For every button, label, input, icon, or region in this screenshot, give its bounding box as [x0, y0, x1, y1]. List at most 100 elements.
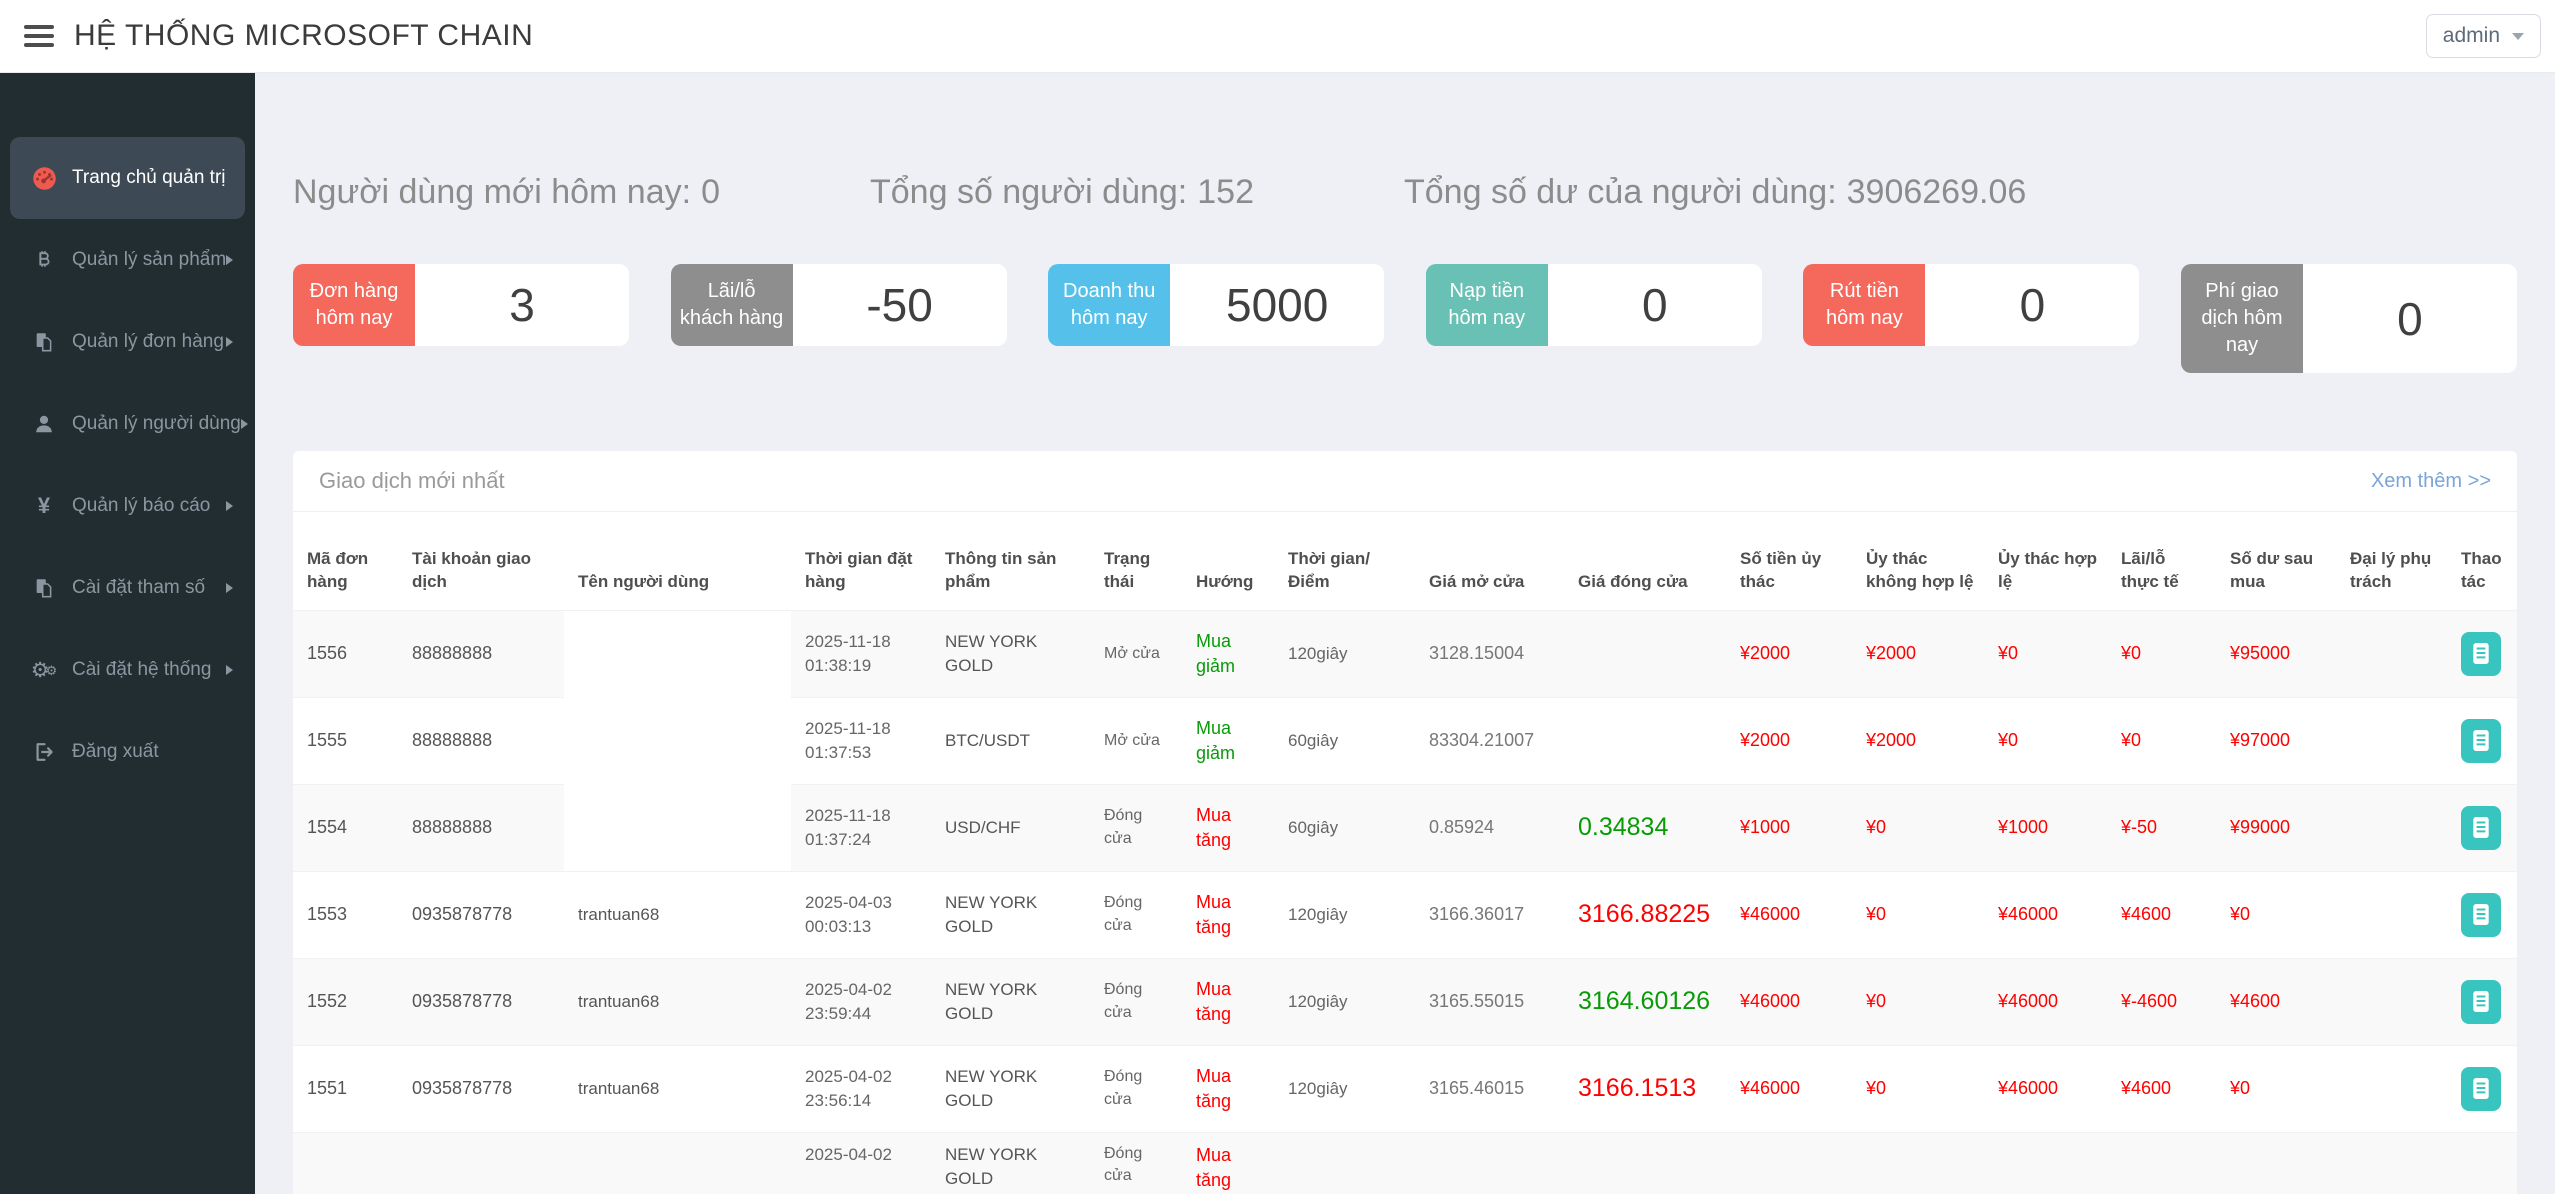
table-row: 1553 0935878778 trantuan68 2025-04-03 00… [293, 871, 2517, 958]
cell-status: Đóng cửa [1090, 958, 1182, 1045]
cell-status: Đóng cửa [1090, 784, 1182, 871]
cell-actions [2447, 697, 2517, 784]
cell-agent [2336, 958, 2447, 1045]
cell-actions [2447, 784, 2517, 871]
stat-label: Tổng số dư của người dùng: [1404, 173, 1837, 212]
panel-header: Giao dịch mới nhất Xem thêm >> [293, 451, 2517, 512]
cell-order-id: 1552 [293, 958, 398, 1045]
cell-account: 0935878778 [398, 871, 564, 958]
cell-product: USD/CHF [931, 784, 1090, 871]
cell-actions [2447, 958, 2517, 1045]
cell-entrust: ¥46000 [1726, 1045, 1852, 1132]
cell-actions [2447, 871, 2517, 958]
cell-account [398, 1132, 564, 1194]
cell-username: trantuan68 [564, 1045, 791, 1132]
sidebar-item-parameters[interactable]: Cài đặt tham số [10, 547, 245, 629]
col-open-price: Giá mở cửa [1415, 512, 1564, 610]
col-duration: Thời gian/Điểm [1274, 512, 1415, 610]
col-order-id: Mã đơn hàng [293, 512, 398, 610]
sidebar-item-system-settings[interactable]: ⚙⚙ Cài đặt hệ thống [10, 629, 245, 711]
cell-entrust: ¥2000 [1726, 697, 1852, 784]
card-value: 0 [2303, 264, 2517, 373]
cell-order-id: 1551 [293, 1045, 398, 1132]
user-menu[interactable]: admin [2426, 14, 2541, 58]
view-order-button[interactable] [2461, 806, 2501, 850]
cell-username: trantuan68 [564, 871, 791, 958]
cell-open-price: 3165.46015 [1415, 1045, 1564, 1132]
stat-total-users: Tổng số người dùng: 152 [870, 173, 1254, 212]
sidebar-item-dashboard[interactable]: Trang chủ quản trị [10, 137, 245, 219]
cell-close-price [1564, 697, 1726, 784]
latest-transactions-panel: Giao dịch mới nhất Xem thêm >> Mã đơn hà… [293, 451, 2517, 1194]
stat-value: 152 [1197, 173, 1254, 212]
sidebar-item-label: Quản lý báo cáo [72, 495, 210, 517]
sidebar-item-reports[interactable]: ¥ Quản lý báo cáo [10, 465, 245, 547]
view-order-button[interactable] [2461, 1067, 2501, 1111]
cell-pnl: ¥-4600 [2107, 958, 2216, 1045]
view-order-button[interactable] [2461, 719, 2501, 763]
cell-account: 88888888 [398, 697, 564, 784]
cell-entrust: ¥2000 [1726, 610, 1852, 697]
stat-cards: Đơn hàng hôm nay 3 Lãi/lỗ khách hàng -50… [293, 264, 2517, 373]
cell-username [564, 697, 791, 784]
card-label: Rút tiền hôm nay [1803, 264, 1925, 346]
cell-status: Mở cửa [1090, 697, 1182, 784]
cell-close-price: 3164.60126 [1564, 958, 1726, 1045]
card-value: 0 [1548, 264, 1762, 346]
card-value: 3 [415, 264, 629, 346]
card-value: 0 [1925, 264, 2139, 346]
user-menu-label: admin [2443, 24, 2500, 48]
sidebar-item-products[interactable]: Quản lý sản phẩm [10, 219, 245, 301]
card-orders-today: Đơn hàng hôm nay 3 [293, 264, 629, 346]
col-username: Tên người dùng [564, 512, 791, 610]
col-order-time: Thời gian đặt hàng [791, 512, 931, 610]
stat-value: 0 [701, 173, 720, 212]
cell-order-time: 2025-04-03 00:03:13 [791, 871, 931, 958]
card-label: Lãi/lỗ khách hàng [671, 264, 793, 346]
cell-open-price: 3166.36017 [1415, 871, 1564, 958]
cell-direction: Mua tăng [1182, 784, 1274, 871]
stat-label: Tổng số người dùng: [870, 173, 1187, 212]
cell-pnl: ¥-50 [2107, 784, 2216, 871]
cell-username [564, 784, 791, 871]
cell-pnl: ¥4600 [2107, 871, 2216, 958]
cell-status: Đóng cửa [1090, 1045, 1182, 1132]
cell-direction: Mua tăng [1182, 1045, 1274, 1132]
cell-agent [2336, 697, 2447, 784]
cell-valid-entrust: ¥0 [1984, 697, 2107, 784]
card-label: Doanh thu hôm nay [1048, 264, 1170, 346]
table-row: 1555 88888888 2025-11-18 01:37:53 BTC/US… [293, 697, 2517, 784]
cell-direction: Mua tăng [1182, 1132, 1274, 1194]
yen-icon: ¥ [26, 493, 62, 519]
card-customer-pnl: Lãi/lỗ khách hàng -50 [671, 264, 1007, 346]
stat-new-users: Người dùng mới hôm nay: 0 [293, 173, 720, 212]
sidebar-item-logout[interactable]: Đăng xuất [10, 711, 245, 793]
sidebar-item-orders[interactable]: Quản lý đơn hàng [10, 301, 245, 383]
cell-invalid-entrust: ¥0 [1852, 1045, 1984, 1132]
cell-pnl: ¥4600 [2107, 1045, 2216, 1132]
cell-order-time: 2025-11-18 01:37:53 [791, 697, 931, 784]
cell-pnl: ¥0 [2107, 697, 2216, 784]
cell-invalid-entrust: ¥2000 [1852, 697, 1984, 784]
page: HỆ THỐNG MICROSOFT CHAIN admin [0, 0, 2555, 1194]
view-order-button[interactable] [2461, 980, 2501, 1024]
cell-product: NEW YORK GOLD [931, 1132, 1090, 1194]
cell-order-time: 2025-04-02 [791, 1132, 931, 1194]
cell-duration: 120giây [1274, 610, 1415, 697]
cell-actions [2447, 1045, 2517, 1132]
view-order-button[interactable] [2461, 893, 2501, 937]
hamburger-menu-icon[interactable] [24, 25, 54, 47]
cell-invalid-entrust: ¥0 [1852, 871, 1984, 958]
col-direction: Hướng [1182, 512, 1274, 610]
card-revenue-today: Doanh thu hôm nay 5000 [1048, 264, 1384, 346]
cell-order-time: 2025-11-18 01:38:19 [791, 610, 931, 697]
view-order-button[interactable] [2461, 632, 2501, 676]
cell-valid-entrust: ¥46000 [1984, 871, 2107, 958]
table-row: 1552 0935878778 trantuan68 2025-04-02 23… [293, 958, 2517, 1045]
see-more-link[interactable]: Xem thêm >> [2371, 470, 2491, 493]
cell-balance: ¥99000 [2216, 784, 2336, 871]
col-balance-after: Số dư sau mua [2216, 512, 2336, 610]
documents-icon [26, 577, 62, 599]
cell-account: 0935878778 [398, 958, 564, 1045]
sidebar-item-users[interactable]: Quản lý người dùng [10, 383, 245, 465]
